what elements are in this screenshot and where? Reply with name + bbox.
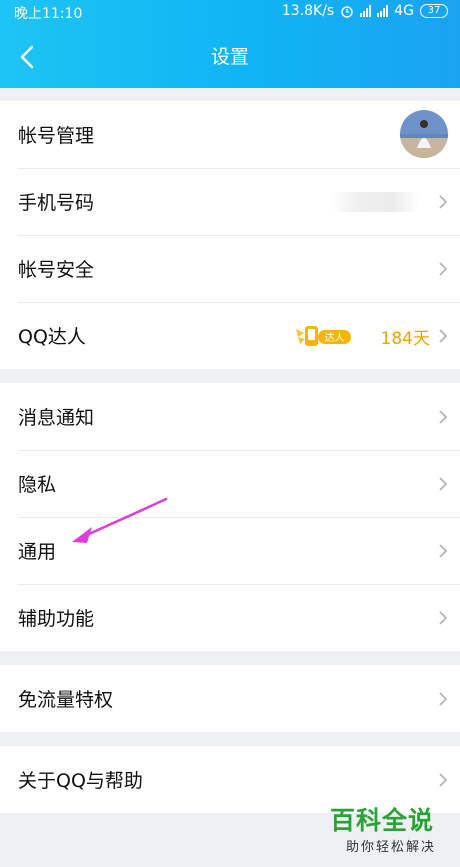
page-title: 设置 bbox=[210, 46, 249, 68]
data-free-group: 免流量特权 bbox=[0, 665, 460, 732]
row-label: 关于QQ与帮助 bbox=[18, 770, 143, 792]
row-label: 帐号安全 bbox=[18, 259, 95, 281]
row-label: 手机号码 bbox=[18, 192, 95, 214]
avatar bbox=[400, 110, 448, 158]
daren-days: 184天 bbox=[380, 329, 430, 349]
row-label: QQ达人 bbox=[18, 326, 86, 348]
account-group: 帐号管理 手机号码 帐号安全 QQ达人 达人 184天 bbox=[0, 101, 460, 369]
network-speed: 13.8K/s bbox=[281, 3, 335, 19]
row-qq-daren[interactable]: QQ达人 达人 184天 bbox=[0, 302, 460, 369]
row-about-help[interactable]: 关于QQ与帮助 bbox=[0, 746, 460, 813]
chevron-right-icon bbox=[439, 261, 448, 276]
watermark: 百科全说 助你轻松解决 bbox=[330, 806, 452, 860]
row-label: 隐私 bbox=[18, 474, 57, 496]
row-account-manage[interactable]: 帐号管理 bbox=[0, 101, 460, 168]
about-group: 关于QQ与帮助 bbox=[0, 746, 460, 813]
row-label: 消息通知 bbox=[18, 407, 95, 429]
chevron-right-icon bbox=[439, 194, 448, 209]
alarm-icon bbox=[341, 6, 353, 18]
status-bar: 晚上11:10 13.8K/s 4G 37 bbox=[0, 0, 460, 24]
row-label: 通用 bbox=[18, 541, 57, 563]
chevron-right-icon bbox=[439, 691, 448, 706]
row-privacy[interactable]: 隐私 bbox=[0, 450, 460, 517]
row-accessibility[interactable]: 辅助功能 bbox=[0, 584, 460, 651]
row-general[interactable]: 通用 bbox=[0, 517, 460, 584]
watermark-main: 百科全说 bbox=[330, 806, 435, 835]
daren-badge-text: 达人 bbox=[325, 332, 345, 344]
status-indicators: 13.8K/s 4G 37 bbox=[282, 3, 448, 19]
battery-icon: 37 bbox=[420, 4, 448, 18]
watermark-sub: 助你轻松解决 bbox=[345, 840, 436, 855]
network-type: 4G bbox=[394, 3, 414, 19]
blurred-phone-value bbox=[330, 192, 420, 212]
annotation-arrow-icon bbox=[72, 497, 168, 543]
row-notifications[interactable]: 消息通知 bbox=[0, 383, 460, 450]
row-account-security[interactable]: 帐号安全 bbox=[0, 235, 460, 302]
general-group: 消息通知 隐私 通用 辅助功能 bbox=[0, 383, 460, 651]
chevron-right-icon bbox=[439, 772, 448, 787]
chevron-right-icon bbox=[439, 543, 448, 558]
app-header: 晚上11:10 13.8K/s 4G 37 设置 bbox=[0, 0, 460, 88]
status-time: 晚上11:10 bbox=[14, 6, 83, 22]
row-label: 帐号管理 bbox=[18, 125, 95, 147]
row-label: 免流量特权 bbox=[18, 689, 114, 711]
signal-icon bbox=[360, 5, 372, 17]
chevron-right-icon bbox=[439, 409, 448, 424]
row-label: 辅助功能 bbox=[18, 608, 95, 630]
chevron-right-icon bbox=[439, 328, 448, 343]
chevron-right-icon bbox=[439, 610, 448, 625]
row-data-free[interactable]: 免流量特权 bbox=[0, 665, 460, 732]
daren-badge-icon: 达人 bbox=[296, 326, 351, 346]
signal-icon-2 bbox=[377, 5, 389, 17]
row-phone-number[interactable]: 手机号码 bbox=[0, 168, 460, 235]
chevron-right-icon bbox=[439, 476, 448, 491]
